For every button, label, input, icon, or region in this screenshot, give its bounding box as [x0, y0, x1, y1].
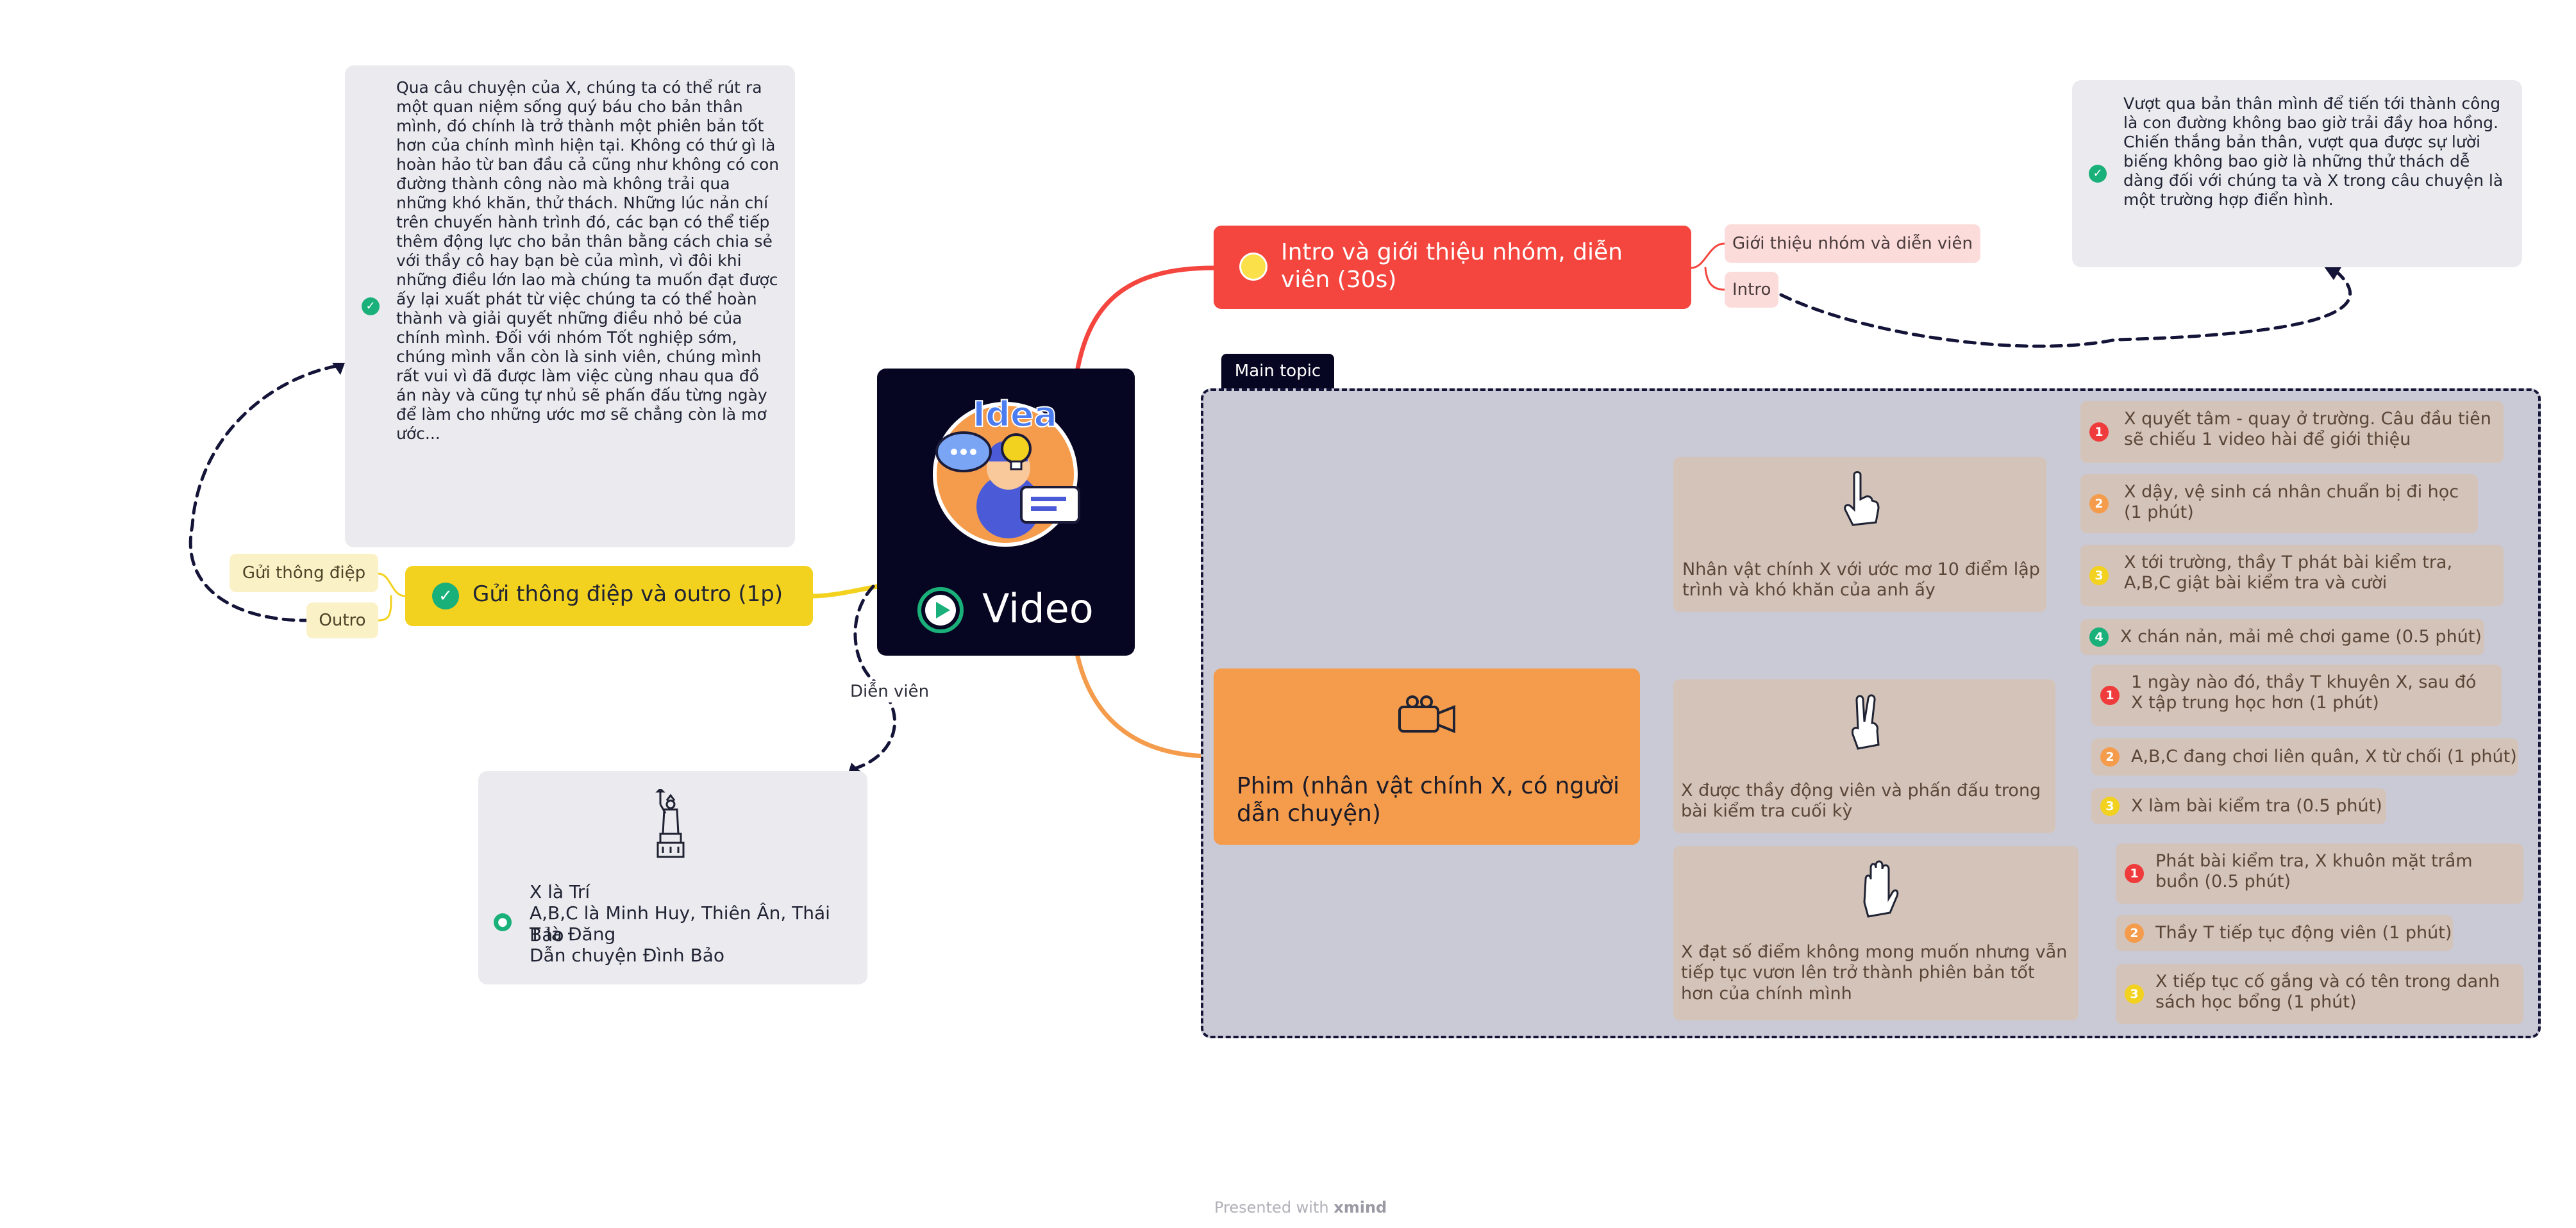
sub2-item-3[interactable]: 3 X làm bài kiểm tra (0.5 phút) [2091, 788, 2386, 824]
sub1-item-3[interactable]: 3 X tới trường, thầy T phát bài kiểm tra… [2080, 545, 2504, 606]
film-subtopic-3-title: X đạt số điểm không mong muốn nhưng vẫn … [1681, 942, 2068, 1004]
number-badge: 2 [2125, 924, 2144, 943]
sub2-item-2-text: A,B,C đang chơi liên quân, X từ chối (1 … [2131, 747, 2517, 767]
intro-note-text: Vượt qua bản thân mình để tiến tới thành… [2123, 94, 2504, 209]
film-topic[interactable]: Phim (nhân vật chính X, có người dẫn chu… [1214, 668, 1640, 845]
footer-prefix: Presented with [1214, 1199, 1329, 1216]
presented-with-footer[interactable]: Presented with xmind [1214, 1199, 1387, 1216]
sub2-item-1[interactable]: 1 1 ngày nào đó, thầy T khuyên X, sau đó… [2091, 665, 2502, 726]
victory-hand-icon [1852, 694, 1880, 750]
sub3-item-3-text: X tiếp tục cố gắng và có tên trong danh … [2155, 972, 2500, 1013]
film-subtopic-3[interactable]: X đạt số điểm không mong muốn nhưng vẫn … [1673, 846, 2078, 1020]
cast-line-3: T là Đăng [530, 924, 616, 945]
boundary-label[interactable]: Main topic [1221, 354, 1334, 388]
play-circle-icon [917, 587, 964, 633]
idea-logo-text: Idea [973, 394, 1057, 435]
check-circle-icon: ✓ [432, 583, 459, 610]
message-topic[interactable]: ✓ Gửi thông điệp và outro (1p) [405, 566, 813, 626]
sub1-item-3-text: X tới trường, thầy T phát bài kiểm tra, … [2124, 552, 2453, 593]
film-subtopic-2[interactable]: X được thầy động viên và phấn đấu trong … [1673, 679, 2055, 833]
intro-note[interactable]: ✓ Vượt qua bản thân mình để tiến tới thà… [2072, 80, 2522, 267]
message-note[interactable]: ✓ Qua câu chuyện của X, chúng ta có thể … [345, 65, 795, 547]
sub1-item-2[interactable]: 2 X dậy, vệ sinh cá nhân chuẩn bị đi học… [2080, 474, 2478, 533]
user-icon: ● [494, 913, 512, 931]
number-badge: 1 [2125, 864, 2144, 883]
sub3-item-2-text: Thầy T tiếp tục động viên (1 phút) [2155, 923, 2452, 943]
intro-label-intro[interactable]: Intro [1725, 272, 1779, 308]
sub3-item-2[interactable]: 2 Thầy T tiếp tục động viên (1 phút) [2116, 915, 2453, 951]
film-branch-line [1075, 651, 1216, 759]
sub1-item-2-text: X dậy, vệ sinh cá nhân chuẩn bị đi học (… [2124, 482, 2459, 523]
check-icon: ✓ [2089, 165, 2107, 183]
cast-relation-label[interactable]: Diễn viên [846, 681, 933, 702]
number-badge: 2 [2089, 494, 2109, 513]
sub1-item-1-text: X quyết tâm - quay ở trường. Câu đầu tiê… [2124, 409, 2491, 450]
central-title: Video [982, 585, 1094, 632]
pointing-hand-icon [1844, 471, 1880, 526]
sub1-item-4-text: X chán nản, mải mê chơi game (0.5 phút) [2120, 627, 2482, 647]
sub3-item-3[interactable]: 3 X tiếp tục cố gắng và có tên trong dan… [2116, 964, 2523, 1024]
sub3-item-1[interactable]: 1 Phát bài kiểm tra, X khuôn mặt trầm bu… [2116, 843, 2523, 904]
message-label-outro[interactable]: Outro [306, 602, 378, 638]
message-title: Gửi thông điệp và outro (1p) [473, 581, 783, 607]
video-camera-icon [1398, 695, 1455, 733]
statue-of-liberty-icon [655, 789, 685, 858]
film-subtopic-1-title: Nhân vật chính X với ước mơ 10 điểm lập … [1682, 560, 2040, 601]
sub3-item-1-text: Phát bài kiểm tra, X khuôn mặt trầm buồn… [2155, 851, 2473, 892]
intro-note-relation [1779, 267, 2352, 348]
film-subtopic-2-title: X được thầy động viên và phấn đấu trong … [1681, 781, 2041, 822]
sub1-item-1[interactable]: 1 X quyết tâm - quay ở trường. Câu đầu t… [2080, 401, 2504, 463]
central-topic[interactable]: Idea Video [877, 369, 1135, 656]
intro-title: Intro và giới thiệu nhóm, diễn viên (30s… [1281, 239, 1623, 294]
number-badge: 1 [2089, 422, 2109, 442]
number-badge: 1 [2100, 686, 2120, 705]
intro-branch-line [1075, 265, 1216, 374]
intro-labels-line [1690, 242, 1726, 291]
idea-illustration-icon: Idea [933, 394, 1080, 547]
message-note-arrowhead [332, 363, 345, 375]
number-badge: 4 [2089, 627, 2109, 647]
message-label-send[interactable]: Gửi thông điệp [230, 554, 378, 592]
number-badge: 3 [2089, 566, 2109, 585]
sub2-item-2[interactable]: 2 A,B,C đang chơi liên quân, X từ chối (… [2091, 738, 2518, 776]
raised-hand-icon [1863, 860, 1899, 918]
film-subtopic-1[interactable]: Nhân vật chính X với ước mơ 10 điểm lập … [1673, 457, 2046, 612]
cast-line-1: X là Trí [530, 881, 590, 902]
lightbulb-icon [1239, 253, 1267, 281]
sub1-item-4[interactable]: 4 X chán nản, mải mê chơi game (0.5 phút… [2080, 619, 2484, 655]
sub2-item-1-text: 1 ngày nào đó, thầy T khuyên X, sau đó X… [2131, 672, 2477, 713]
number-badge: 3 [2125, 984, 2144, 1004]
film-title: Phim (nhân vật chính X, có người dẫn chu… [1237, 773, 1619, 827]
intro-topic[interactable]: Intro và giới thiệu nhóm, diễn viên (30s… [1214, 226, 1691, 309]
number-badge: 3 [2100, 797, 2120, 816]
check-icon: ✓ [362, 297, 380, 315]
message-labels-line [377, 572, 406, 622]
intro-label-group[interactable]: Giới thiệu nhóm và diễn viên [1725, 224, 1980, 263]
cast-note[interactable]: ● X là Trí A,B,C là Minh Huy, Thiên Ân, … [478, 771, 867, 984]
sub2-item-3-text: X làm bài kiểm tra (0.5 phút) [2131, 796, 2382, 816]
message-note-text: Qua câu chuyện của X, chúng ta có thể rú… [396, 78, 780, 443]
xmind-brand: xmind [1334, 1199, 1387, 1216]
number-badge: 2 [2100, 747, 2120, 767]
cast-line-4: Dẫn chuyện Đình Bảo [530, 945, 725, 966]
